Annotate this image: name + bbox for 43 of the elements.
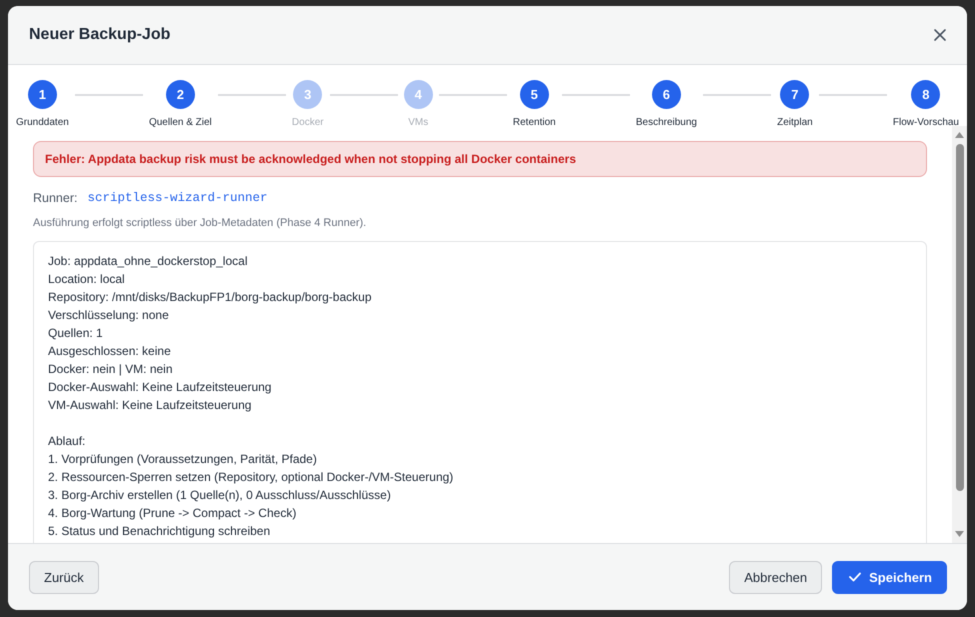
flow-step: 1. Vorprüfungen (Voraussetzungen, Parität, Pfade) — [48, 450, 912, 468]
step-number[interactable]: 2 — [166, 80, 195, 109]
summary-line: Docker: nein | VM: nein — [48, 361, 174, 378]
step-label: Zeitplan — [777, 117, 813, 128]
step-number[interactable]: 6 — [652, 80, 681, 109]
step-label: Flow-Vorschau — [892, 117, 959, 128]
flow-step: 3. Borg-Archiv erstellen (1 Quelle(n), 0 Ausschluss/Ausschlüsse) — [48, 486, 912, 504]
flow-heading: Ablauf: — [48, 433, 86, 450]
step-label: Retention — [512, 117, 556, 128]
summary-line: Ausgeschlossen: keine — [48, 343, 172, 360]
runner-label: Runner: — [33, 191, 78, 205]
summary-line: Verschlüsselung: none — [48, 307, 170, 324]
step-number[interactable]: 1 — [28, 80, 57, 109]
summary-line: Location: local — [48, 271, 126, 288]
back-button[interactable]: Zurück — [29, 560, 99, 594]
step-number[interactable]: 8 — [911, 80, 940, 109]
runner-value: scriptless-wizard-runner — [87, 191, 268, 205]
save-button[interactable]: Speichern — [832, 560, 947, 594]
step-number[interactable]: 5 — [520, 80, 549, 109]
info-text: Ausführung erfolgt scriptless über Job-Metadaten (Phase 4 Runner). — [33, 217, 368, 229]
scroll-down-icon[interactable] — [955, 531, 964, 537]
scroll-up-icon[interactable] — [955, 132, 964, 138]
summary-line: Docker-Auswahl: Keine Laufzeitsteuerung — [48, 379, 272, 396]
step-label: Grunddaten — [16, 117, 69, 128]
summary-line: VM-Auswahl: Keine Laufzeitsteuerung — [48, 397, 252, 414]
flow-step: 2. Ressourcen-Sperren setzen (Repository, optional Docker-/VM-Steuerung) — [48, 468, 912, 486]
flow-step: 5. Status und Benachrichtigung schreiben — [48, 522, 912, 540]
flow-step: 4. Borg-Wartung (Prune -> Compact -> Check) — [48, 504, 912, 522]
cancel-button[interactable]: Abbrechen — [729, 560, 822, 594]
scrollbar-thumb[interactable] — [956, 144, 964, 491]
error-alert: Fehler: Appdata backup risk must be acknowledged when not stopping all Docker containers — [33, 141, 927, 177]
step-number[interactable]: 7 — [780, 80, 810, 109]
step-label: VMs — [408, 117, 428, 128]
close-icon[interactable] — [933, 28, 947, 42]
summary-line: Quellen: 1 — [48, 325, 104, 342]
dialog-title: Neuer Backup-Job — [29, 26, 170, 44]
step-label: Docker — [292, 117, 324, 128]
scrollbar[interactable] — [952, 126, 967, 543]
step-label: Quellen & Ziel — [148, 117, 212, 128]
summary-line: Repository: /mnt/disks/BackupFP1/borg-backup/borg-backup — [48, 289, 372, 306]
checkmark-icon — [849, 572, 862, 582]
step-label: Beschreibung — [636, 117, 697, 128]
summary-line: Job: appdata_ohne_dockerstop_local — [48, 253, 248, 270]
